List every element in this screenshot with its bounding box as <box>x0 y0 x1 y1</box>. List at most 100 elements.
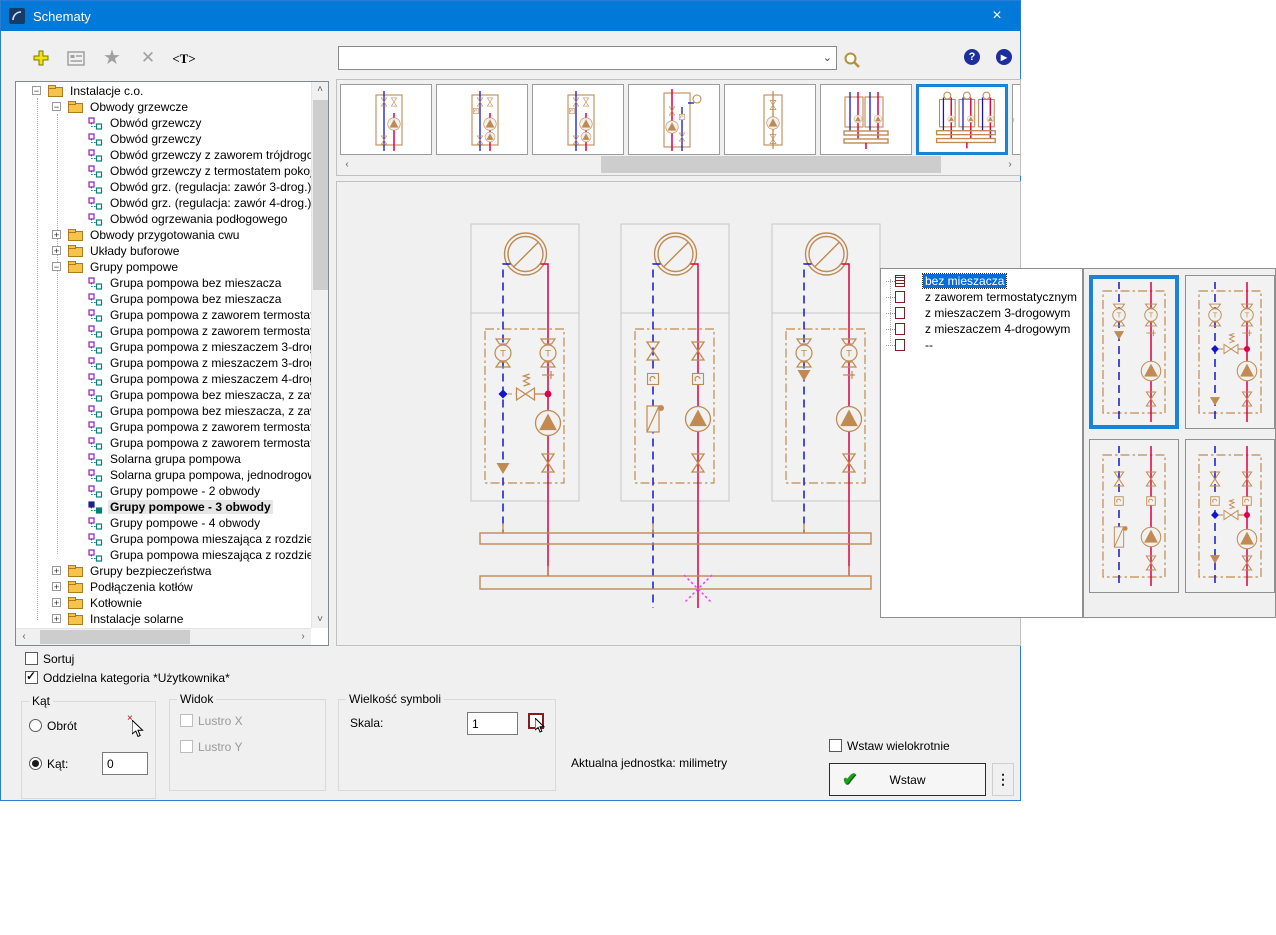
strip-thumbnail[interactable] <box>820 84 912 155</box>
tree-item[interactable]: Grupa pompowa z zaworem termostatycznym <box>16 307 311 323</box>
help-icon[interactable]: ? <box>964 49 980 65</box>
expand-icon[interactable]: + <box>52 614 61 623</box>
tree-item[interactable]: + Grupy bezpieczeństwa <box>16 563 311 579</box>
text-symbol-icon[interactable]: <T> <box>172 47 196 71</box>
tree-item[interactable]: Solarna grupa pompowa, jednodrogowa <box>16 467 311 483</box>
tree-item[interactable]: Grupa pompowa bez mieszacza <box>16 291 311 307</box>
tree-item[interactable]: Grupa pompowa mieszająca z rozdzielaczem… <box>16 547 311 563</box>
tree-item[interactable]: − Grupy pompowe <box>16 259 311 275</box>
search-icon[interactable] <box>840 48 864 72</box>
sortuj-checkbox[interactable] <box>25 652 38 665</box>
tree-item-label: Grupy pompowe <box>88 260 180 274</box>
schematic-node-icon <box>88 133 103 146</box>
skala-input[interactable] <box>467 712 518 735</box>
strip-thumbnail[interactable] <box>340 84 432 155</box>
popup-list-item[interactable]: z mieszaczem 4-drogowym <box>881 321 1082 337</box>
tree-horizontal-scrollbar[interactable]: ‹ › <box>16 628 311 645</box>
popup-list-item[interactable]: -- <box>881 337 1082 353</box>
tree-item[interactable]: Grupa pompowa mieszająca z rozdzielaczem… <box>16 531 311 547</box>
tree-item[interactable]: +Obwody przygotowania cwu <box>16 227 311 243</box>
collapse-icon[interactable]: − <box>32 86 41 95</box>
tree-item[interactable]: Grupa pompowa bez mieszacza, z zaworem n <box>16 387 311 403</box>
tree-item[interactable]: + Kotłownie <box>16 595 311 611</box>
wstaw-wielokrotnie-checkbox[interactable] <box>829 739 842 752</box>
delete-icon[interactable]: ✕ <box>136 46 160 70</box>
popup-list-item[interactable]: bez mieszacza <box>881 273 1082 289</box>
tree-vertical-scrollbar[interactable]: ˄ ˅ <box>311 82 329 628</box>
title-bar: Schematy × <box>1 1 1020 31</box>
tree-item-label: Kotłownie <box>88 596 144 610</box>
tree-item-label: Obwód grzewczy z termostatem pokojowym <box>108 164 311 178</box>
widok-group-title: Widok <box>177 692 216 706</box>
tree-item[interactable]: Obwód grzewczy z termostatem pokojowym <box>16 163 311 179</box>
expand-icon[interactable]: + <box>52 582 61 591</box>
tree-item[interactable]: Obwód grz. (regulacja: zawór 4-drog.) <box>16 195 311 211</box>
tree-item[interactable]: −Obwody grzewcze <box>16 99 311 115</box>
lustro-y-checkbox[interactable] <box>180 740 193 753</box>
variant-thumbnail[interactable] <box>1185 275 1275 429</box>
favorite-star-icon[interactable]: ★ <box>100 45 124 69</box>
kat-group-title: Kąt <box>29 694 53 708</box>
tree-item[interactable]: Grupy pompowe - 3 obwody <box>16 499 311 515</box>
tree-item[interactable]: Grupa pompowa bez mieszacza, z zaworem n <box>16 403 311 419</box>
variant-thumbnail[interactable] <box>1185 439 1275 593</box>
kat-input[interactable] <box>102 752 148 775</box>
tree-item[interactable]: Grupa pompowa z mieszaczem 3-drogowym <box>16 355 311 371</box>
strip-scrollbar[interactable]: ‹ › <box>339 156 1018 173</box>
expand-icon[interactable]: + <box>52 566 61 575</box>
tree-item[interactable]: Obwód grz. (regulacja: zawór 3-drog.) <box>16 179 311 195</box>
variant-thumbnail[interactable] <box>1089 439 1179 593</box>
add-button[interactable] <box>29 46 53 70</box>
tree-item[interactable]: Grupa pompowa z zaworem termostatycznym <box>16 419 311 435</box>
kat-radio[interactable] <box>29 757 42 770</box>
search-combobox[interactable]: ⌄ <box>338 46 837 70</box>
collapse-icon[interactable]: − <box>52 262 61 271</box>
variant-thumbnail[interactable] <box>1089 275 1179 429</box>
tree-item[interactable]: Grupa pompowa z mieszaczem 3-drogowym <box>16 339 311 355</box>
obrot-radio[interactable] <box>29 719 42 732</box>
expand-icon[interactable]: + <box>52 598 61 607</box>
popup-list-item[interactable]: z mieszaczem 3-drogowym <box>881 305 1082 321</box>
tree-item[interactable]: Grupa pompowa z mieszaczem 4-drogowym <box>16 371 311 387</box>
kategoria-checkbox[interactable] <box>25 671 38 684</box>
schematic-node-icon <box>88 501 103 514</box>
tree-item[interactable]: Obwód ogrzewania podłogowego <box>16 211 311 227</box>
wstaw-button[interactable]: ✔ Wstaw <box>829 763 986 796</box>
tree-item[interactable]: + Podłączenia kotłów <box>16 579 311 595</box>
tree-item-label: Podłączenia kotłów <box>88 580 195 594</box>
next-icon[interactable]: ▶ <box>996 49 1012 65</box>
tree-item[interactable]: Grupa pompowa z zaworem termostatycznym <box>16 435 311 451</box>
expand-icon[interactable]: + <box>52 230 61 239</box>
tree-item[interactable]: +Układy buforowe <box>16 243 311 259</box>
strip-thumbnail[interactable] <box>628 84 720 155</box>
tree-item[interactable]: Grupa pompowa z zaworem termostatycznym <box>16 323 311 339</box>
tree-item[interactable]: Solarna grupa pompowa <box>16 451 311 467</box>
tree-item[interactable]: −Instalacje c.o. <box>16 83 311 99</box>
tree-item[interactable]: Grupy pompowe - 4 obwody <box>16 515 311 531</box>
expand-icon[interactable]: + <box>52 246 61 255</box>
tree-item-label: Obwód grzewczy <box>108 116 203 130</box>
popup-list-item[interactable]: z zaworem termostatycznym <box>881 289 1082 305</box>
tree-item[interactable]: Obwód grzewczy <box>16 115 311 131</box>
search-input[interactable] <box>342 49 816 69</box>
tree-item-label: Grupy pompowe - 2 obwody <box>108 484 262 498</box>
strip-thumbnail[interactable] <box>532 84 624 155</box>
tree-item[interactable]: Obwód grzewczy z zaworem trójdrogowym <box>16 147 311 163</box>
form-view-icon[interactable] <box>64 46 88 70</box>
collapse-icon[interactable]: − <box>52 102 61 111</box>
strip-thumbnail[interactable] <box>724 84 816 155</box>
tree-item[interactable]: +Instalacje solarne <box>16 611 311 627</box>
tree-item-label: Grupy bezpieczeństwa <box>88 564 213 578</box>
strip-thumbnail[interactable] <box>916 84 1008 155</box>
tree-item[interactable]: Obwód grzewczy <box>16 131 311 147</box>
strip-thumbnail[interactable] <box>1012 84 1021 155</box>
strip-thumbnail[interactable] <box>436 84 528 155</box>
schematy-dialog: Schematy × ★ ✕ <T> ⌄ ? ▶ −Instalacje c.o… <box>0 0 1021 801</box>
close-button[interactable]: × <box>974 1 1020 31</box>
more-options-button[interactable]: ⋮ <box>992 763 1014 796</box>
tree-item[interactable]: Grupy pompowe - 2 obwody <box>16 483 311 499</box>
lustro-x-checkbox[interactable] <box>180 714 193 727</box>
kategoria-label: Oddzielna kategoria *Użytkownika* <box>43 671 230 685</box>
chevron-down-icon[interactable]: ⌄ <box>823 51 832 64</box>
tree-item[interactable]: Grupa pompowa bez mieszacza <box>16 275 311 291</box>
